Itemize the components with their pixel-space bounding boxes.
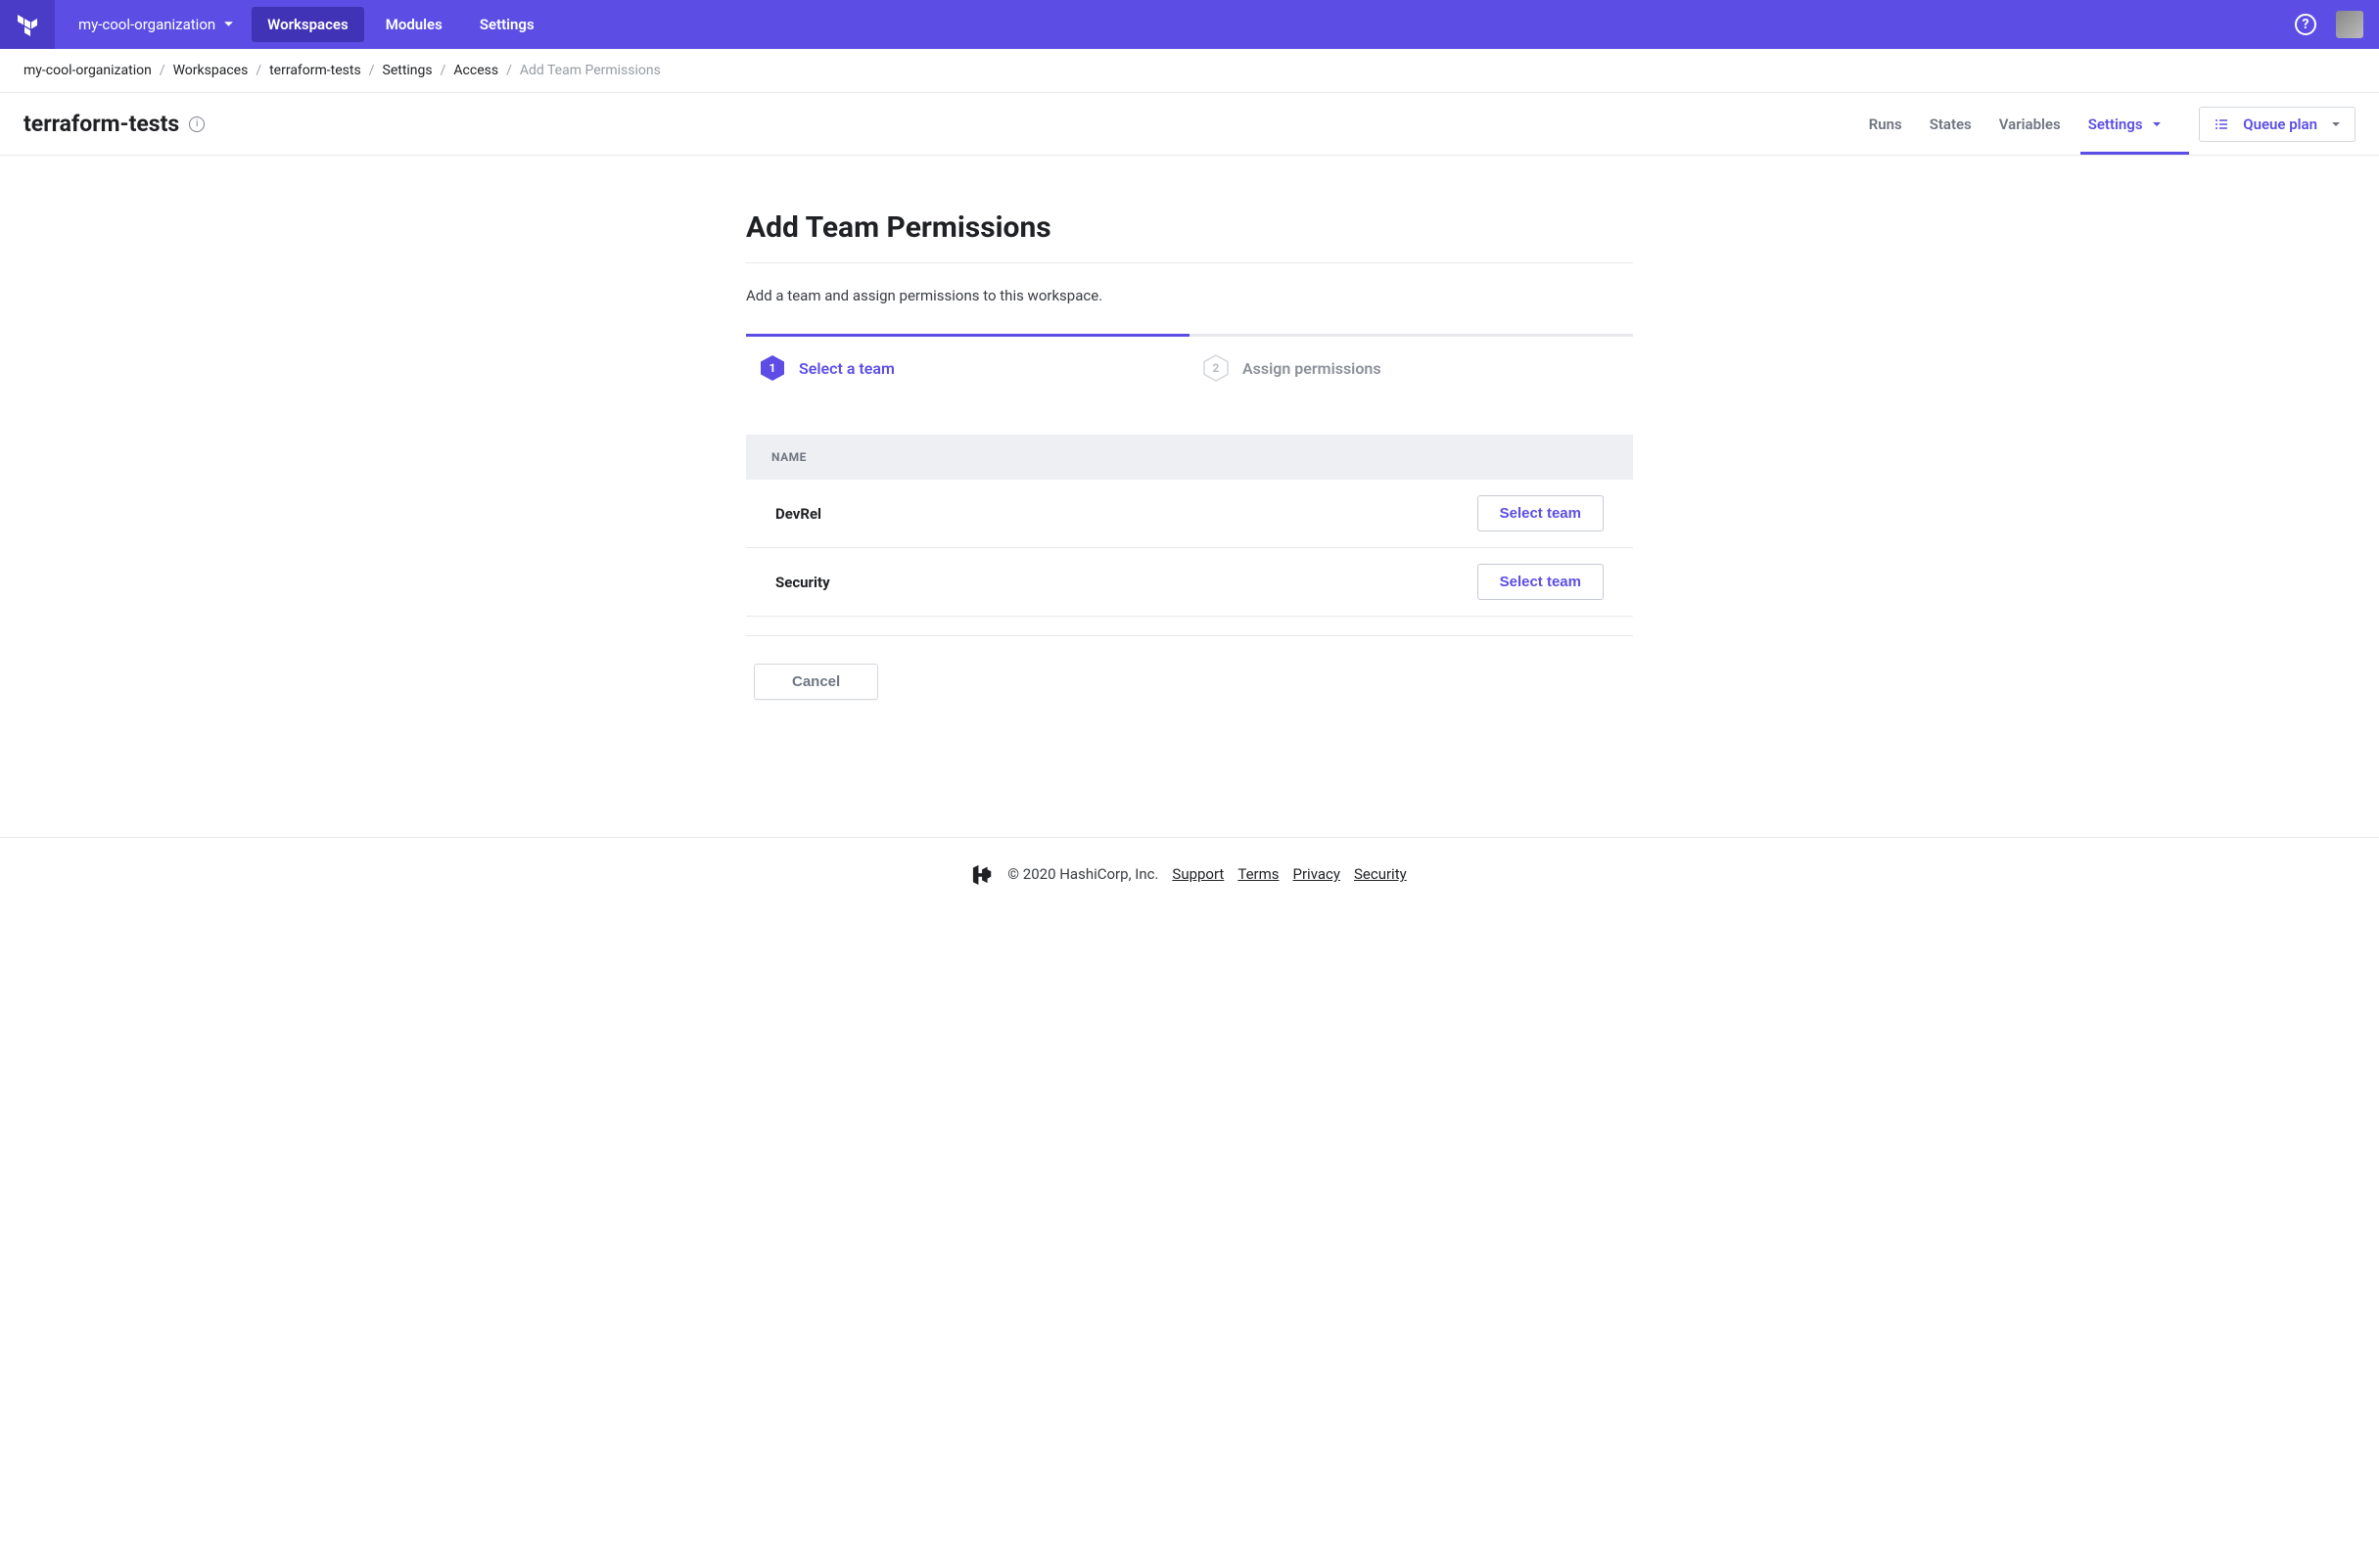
team-name: Security <box>775 574 830 591</box>
navbar-right: ? <box>2295 11 2379 38</box>
footer: © 2020 HashiCorp, Inc. Support Terms Pri… <box>0 837 2379 910</box>
queue-plan-button[interactable]: Queue plan <box>2199 107 2356 142</box>
help-icon[interactable]: ? <box>2295 14 2316 35</box>
chevron-down-icon <box>2331 115 2341 133</box>
nav-tab-settings[interactable]: Settings <box>464 7 550 42</box>
step-number-badge: 1 <box>760 354 785 382</box>
breadcrumb-access[interactable]: Access <box>453 63 498 78</box>
breadcrumb-org[interactable]: my-cool-organization <box>23 63 152 78</box>
nav-tab-label: Settings <box>480 16 535 33</box>
hashicorp-logo-icon <box>972 863 994 885</box>
breadcrumb-sep: / <box>506 63 512 78</box>
page-description: Add a team and assign permissions to thi… <box>746 263 1633 334</box>
ws-nav-settings[interactable]: Settings <box>2088 95 2163 154</box>
table-row: DevRel Select team <box>746 480 1633 548</box>
info-icon[interactable]: i <box>189 116 205 132</box>
nav-tabs: Workspaces Modules Settings <box>252 7 556 42</box>
breadcrumb-settings[interactable]: Settings <box>383 63 433 78</box>
select-team-button[interactable]: Select team <box>1477 495 1604 531</box>
select-team-button[interactable]: Select team <box>1477 564 1604 600</box>
breadcrumb-workspaces[interactable]: Workspaces <box>173 63 249 78</box>
select-team-label: Select team <box>1500 574 1581 590</box>
step-label: Select a team <box>799 359 895 378</box>
queue-plan-label: Queue plan <box>2243 115 2317 133</box>
org-name: my-cool-organization <box>78 16 215 33</box>
ws-nav-states[interactable]: States <box>1930 95 1972 154</box>
workspace-name: terraform-tests <box>23 111 179 137</box>
chevron-down-icon <box>223 16 234 33</box>
org-selector[interactable]: my-cool-organization <box>55 16 252 33</box>
terraform-icon <box>16 13 39 36</box>
step-assign-permissions: 2 Assign permissions <box>1190 334 1633 399</box>
breadcrumb: my-cool-organization / Workspaces / terr… <box>0 49 2379 93</box>
step-number: 1 <box>770 361 776 375</box>
breadcrumb-workspace[interactable]: terraform-tests <box>269 63 361 78</box>
top-navbar: my-cool-organization Workspaces Modules … <box>0 0 2379 49</box>
ws-nav-variables[interactable]: Variables <box>1999 95 2061 154</box>
table-bottom-rule <box>746 617 1633 636</box>
step-number-badge: 2 <box>1203 354 1229 382</box>
breadcrumb-sep: / <box>441 63 446 78</box>
step-number: 2 <box>1213 361 1220 375</box>
cancel-label: Cancel <box>792 673 840 690</box>
footer-link-privacy[interactable]: Privacy <box>1293 865 1340 883</box>
team-table: NAME DevRel Select team Security Select … <box>746 435 1633 636</box>
footer-copyright: © 2020 HashiCorp, Inc. <box>1007 865 1158 883</box>
chevron-down-icon <box>2152 119 2162 132</box>
terraform-logo[interactable] <box>0 0 55 49</box>
nav-tab-modules[interactable]: Modules <box>370 7 458 42</box>
breadcrumb-sep: / <box>160 63 165 78</box>
workspace-nav: Runs States Variables Settings Queue pla… <box>1869 95 2356 154</box>
footer-link-security[interactable]: Security <box>1354 865 1407 883</box>
page-title: Add Team Permissions <box>746 210 1633 263</box>
table-header-name: NAME <box>746 435 1633 480</box>
workspace-header: terraform-tests i Runs States Variables … <box>0 93 2379 156</box>
nav-tab-label: Workspaces <box>267 16 349 33</box>
step-label: Assign permissions <box>1242 359 1381 378</box>
workspace-title: terraform-tests i <box>23 111 205 137</box>
ws-nav-label: Variables <box>1999 115 2061 133</box>
table-row: Security Select team <box>746 548 1633 617</box>
form-actions: Cancel <box>746 664 1633 700</box>
main-content: Add Team Permissions Add a team and assi… <box>746 156 1633 739</box>
ws-nav-label: Runs <box>1869 115 1902 133</box>
ws-nav-label: Settings <box>2088 115 2143 133</box>
team-name: DevRel <box>775 505 821 523</box>
footer-link-support[interactable]: Support <box>1172 865 1224 883</box>
ws-nav-label: States <box>1930 115 1972 133</box>
ws-nav-runs[interactable]: Runs <box>1869 95 1902 154</box>
footer-link-terms[interactable]: Terms <box>1237 865 1279 883</box>
select-team-label: Select team <box>1500 505 1581 522</box>
step-select-team[interactable]: 1 Select a team <box>746 334 1190 399</box>
queue-icon <box>2214 116 2229 132</box>
stepper: 1 Select a team 2 Assign permissions <box>746 334 1633 399</box>
breadcrumb-sep: / <box>369 63 375 78</box>
nav-tab-workspaces[interactable]: Workspaces <box>252 7 364 42</box>
avatar[interactable] <box>2336 11 2363 38</box>
breadcrumb-sep: / <box>256 63 261 78</box>
breadcrumb-current: Add Team Permissions <box>520 63 661 78</box>
cancel-button[interactable]: Cancel <box>754 664 878 700</box>
nav-tab-label: Modules <box>386 16 443 33</box>
